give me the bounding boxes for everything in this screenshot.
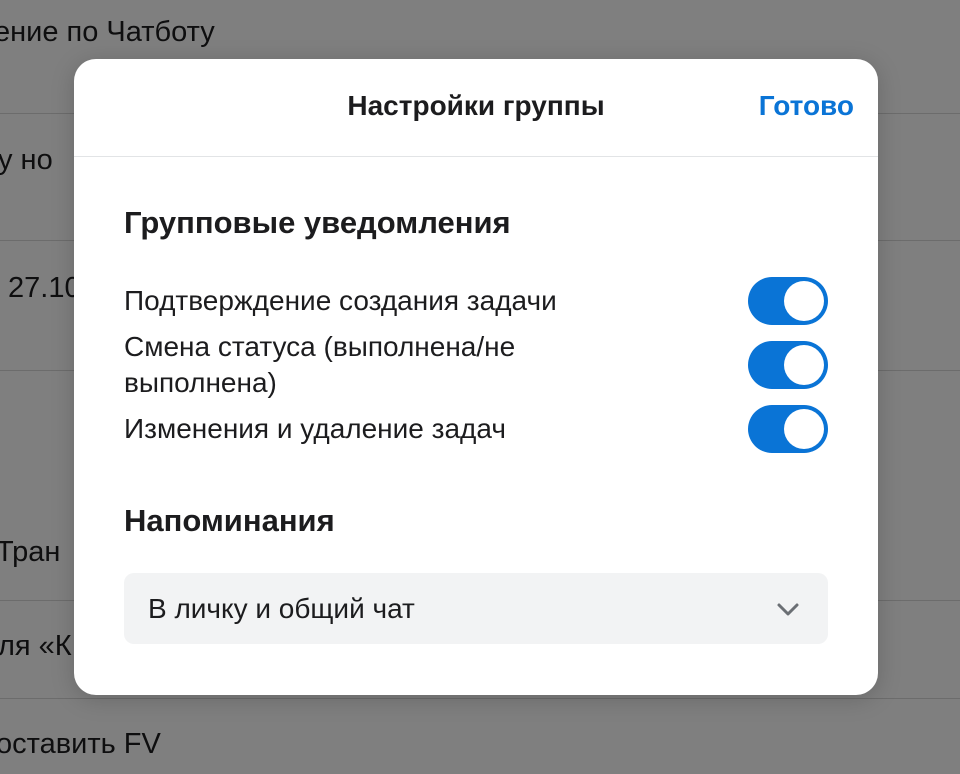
toggle-knob <box>784 281 824 321</box>
reminders-select[interactable]: В личку и общий чат <box>124 573 828 644</box>
done-button[interactable]: Готово <box>759 90 854 122</box>
chevron-down-icon <box>777 603 799 616</box>
group-settings-modal: Настройки группы Готово Групповые уведом… <box>74 59 878 695</box>
setting-label: Смена статуса (выполнена/не выполнена) <box>124 331 516 398</box>
setting-row-status-change: Смена статуса (выполнена/не выполнена) <box>124 329 828 401</box>
setting-row-task-created: Подтверждение создания задачи <box>124 277 828 325</box>
setting-label: Изменения и удаление задач <box>124 413 506 444</box>
toggle-knob <box>784 345 824 385</box>
toggle-status-change[interactable] <box>748 341 828 389</box>
toggle-knob <box>784 409 824 449</box>
toggle-task-edit-delete[interactable] <box>748 405 828 453</box>
group-notifications-title: Групповые уведомления <box>124 205 511 240</box>
modal-title: Настройки группы <box>347 90 605 121</box>
setting-row-task-edit-delete: Изменения и удаление задач <box>124 405 828 453</box>
setting-label: Подтверждение создания задачи <box>124 285 557 316</box>
reminders-select-value: В личку и общий чат <box>148 593 415 624</box>
modal-header: Настройки группы Готово <box>74 59 878 157</box>
reminders-title: Напоминания <box>124 503 335 538</box>
toggle-task-created[interactable] <box>748 277 828 325</box>
